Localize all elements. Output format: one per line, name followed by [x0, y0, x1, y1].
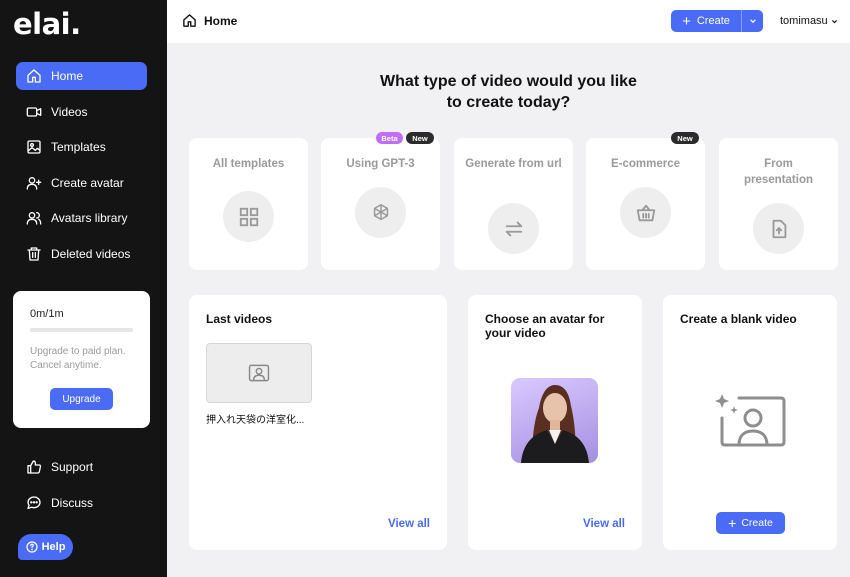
choose-avatar-title: Choose an avatar for your video [485, 312, 605, 340]
topbar: Home + Create tomimasu [167, 0, 850, 43]
user-plus-icon [26, 176, 42, 190]
image-icon [27, 140, 41, 154]
users-icon [26, 212, 42, 225]
sparkle-user-frame-icon [715, 394, 786, 447]
sidebar-item-label: Avatars library [51, 211, 128, 225]
choose-avatar-panel: Choose an avatar for your video View all [468, 295, 642, 550]
file-upload-icon [753, 203, 804, 254]
plus-icon: + [682, 12, 691, 30]
new-badge: New [671, 132, 699, 144]
home-icon [183, 14, 196, 27]
plan-usage-bar [30, 328, 133, 332]
headline-line-1: What type of video would you like [380, 73, 637, 90]
create-blank-video-title: Create a blank video [680, 312, 797, 326]
help-button[interactable]: Help [18, 534, 73, 560]
thumbs-up-icon [27, 460, 42, 474]
avatars-view-all-link[interactable]: View all [583, 518, 625, 530]
create-dropdown-toggle[interactable] [741, 10, 763, 32]
sidebar-bottom-nav: Support Discuss [16, 453, 147, 524]
sidebar: elai. Home Videos Templates Create avata… [0, 0, 167, 577]
last-videos-view-all-link[interactable]: View all [388, 518, 430, 530]
sidebar-item-create-avatar[interactable]: Create avatar [16, 169, 147, 197]
sidebar-item-deleted-videos[interactable]: Deleted videos [16, 240, 147, 268]
video-title[interactable]: 押入れ天袋の洋室化... [206, 411, 304, 426]
page-title: Home [182, 13, 237, 28]
headline: What type of video would you like to cre… [167, 71, 850, 113]
avatar-preview-image[interactable] [511, 378, 598, 463]
category-label: Generate from url [465, 158, 562, 170]
home-icon [27, 69, 41, 83]
video-placeholder-icon [248, 364, 270, 382]
sidebar-item-label: Deleted videos [51, 246, 131, 261]
upgrade-button[interactable]: Upgrade [50, 388, 113, 410]
category-e-commerce[interactable]: E-commerce [586, 138, 705, 270]
plan-usage: 0m/1m [30, 308, 64, 320]
create-button-label: Create [696, 15, 730, 27]
headline-line-2: to create today? [446, 94, 571, 111]
category-label: E-commerce [610, 158, 681, 170]
trash-icon [27, 246, 41, 261]
sidebar-item-avatars-library[interactable]: Avatars library [16, 204, 147, 232]
sidebar-item-label: Discuss [51, 495, 94, 510]
chevron-down-icon [749, 19, 756, 24]
category-using-gpt3[interactable]: Using GPT-3 [321, 138, 440, 270]
video-thumbnail[interactable] [206, 343, 312, 403]
video-camera-icon [26, 106, 42, 117]
openai-icon [355, 187, 406, 238]
basket-icon [620, 187, 671, 238]
create-blank-video-panel: Create a blank video + Create [663, 295, 837, 550]
brand-logo[interactable]: elai. [13, 7, 81, 41]
chevron-down-icon [831, 19, 837, 23]
create-button-group: + Create [671, 10, 763, 32]
create-button[interactable]: + Create [671, 10, 741, 32]
category-from-presentation[interactable]: From presentation [719, 138, 838, 270]
sidebar-item-support[interactable]: Support [16, 453, 147, 481]
category-all-templates[interactable]: All templates [189, 138, 308, 270]
create-blank-video-button[interactable]: + Create [716, 512, 785, 534]
last-videos-panel: Last videos 押入れ天袋の洋室化... View all [189, 295, 447, 550]
category-generate-from-url[interactable]: Generate from url [454, 138, 573, 270]
page-title-text: Home [204, 13, 238, 28]
sidebar-item-label: Templates [51, 140, 106, 154]
user-name: tomimasu [780, 15, 828, 27]
grid-icon [223, 191, 274, 242]
sidebar-item-templates[interactable]: Templates [16, 133, 147, 161]
plan-upgrade-text: Upgrade to paid plan. Cancel anytime. [30, 346, 126, 371]
sidebar-item-label: Support [51, 460, 94, 474]
user-menu[interactable]: tomimasu [780, 15, 838, 27]
sidebar-item-home[interactable]: Home [16, 62, 147, 90]
sidebar-item-label: Videos [51, 104, 88, 119]
new-badge: New [406, 132, 434, 144]
sidebar-item-videos[interactable]: Videos [16, 98, 147, 126]
help-label: Help [41, 541, 66, 553]
swap-arrows-icon [488, 203, 539, 254]
help-circle-icon [25, 541, 38, 553]
category-label: Using GPT-3 [346, 158, 415, 170]
category-label: All templates [212, 158, 285, 170]
plan-card: 0m/1m Upgrade to paid plan. Cancel anyti… [13, 291, 150, 428]
sidebar-item-discuss[interactable]: Discuss [16, 489, 147, 517]
create-blank-video-button-label: Create [741, 517, 773, 529]
sidebar-nav: Home Videos Templates Create avatar Avat… [16, 62, 147, 275]
chat-bubble-icon [27, 495, 41, 509]
beta-badge: Beta [376, 132, 403, 144]
plus-icon: + [728, 515, 737, 531]
sidebar-item-label: Home [51, 69, 84, 83]
sidebar-item-label: Create avatar [51, 175, 124, 190]
last-videos-title: Last videos [206, 312, 273, 326]
category-label: From presentation [743, 158, 813, 186]
